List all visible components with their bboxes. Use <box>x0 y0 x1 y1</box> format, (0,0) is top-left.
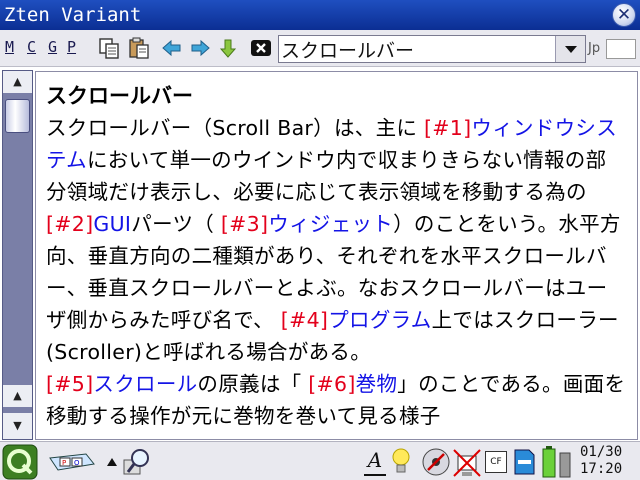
toolbar: M C G P Jp <box>0 30 640 67</box>
body-text: スクロールバー（Scroll Bar）は、主に <box>46 116 424 140</box>
search-dropdown-button[interactable] <box>555 36 585 62</box>
article-link[interactable]: 巻物 <box>356 372 398 396</box>
language-selector[interactable] <box>606 39 636 59</box>
article-link[interactable]: GUI <box>93 212 131 236</box>
search-magnifier-icon[interactable] <box>120 446 152 478</box>
menu-p-button[interactable]: P <box>67 38 76 56</box>
body-text: において単一のウインドウ内で収まりきらない情報の部分領域だけ表示し、必要に応じて… <box>46 148 607 204</box>
battery-icon[interactable] <box>540 445 576 479</box>
scroll-up-button[interactable]: ▲ <box>3 71 32 93</box>
up-arrow-icon[interactable] <box>106 456 118 468</box>
article-paragraph: [#5]スクロールの原義は「 [#6]巻物」のことである。画面を移動する操作が元… <box>46 368 627 432</box>
body-text: の原義は「 <box>197 372 309 396</box>
clock-date: 01/30 <box>580 444 623 460</box>
reference-marker[interactable]: [#2] <box>46 212 93 236</box>
menu-g-button[interactable]: G <box>48 38 57 56</box>
sd-card-icon[interactable] <box>512 448 536 476</box>
svg-text:O: O <box>74 459 80 467</box>
scroll-thumb[interactable] <box>5 99 30 133</box>
cf-card-icon[interactable]: CF <box>485 451 507 473</box>
lightbulb-icon[interactable] <box>390 447 412 477</box>
body-text: パーツ（ <box>131 212 221 236</box>
scroll-down-button[interactable]: ▼ <box>3 413 32 439</box>
article-link[interactable]: ウィジェット <box>268 212 393 236</box>
ime-icon[interactable]: A <box>364 448 386 476</box>
vertical-scrollbar[interactable]: ▲ ▲ ▼ <box>2 70 33 440</box>
article-link[interactable]: プログラム <box>328 308 431 332</box>
title-bar: Zten Variant ✕ <box>0 0 640 30</box>
article-link[interactable]: スクロール <box>93 372 197 396</box>
menu-c-button[interactable]: C <box>27 38 36 56</box>
taskbar: P O A CF 01/30 17:20 <box>0 441 640 480</box>
reference-marker[interactable]: [#5] <box>46 372 93 396</box>
chevron-down-icon <box>564 46 577 53</box>
language-label: Jp <box>588 41 601 56</box>
article-title: スクロールバー <box>46 84 193 108</box>
scroll-page-up-button[interactable]: ▲ <box>3 385 32 407</box>
article-paragraph: スクロールバー（Scroll Bar）は、主に [#1]ウィンドウシステムにおい… <box>46 112 627 368</box>
cd-disc-icon[interactable] <box>420 446 452 478</box>
search-box <box>278 35 586 63</box>
svg-text:P: P <box>62 459 66 467</box>
reference-marker[interactable]: [#6] <box>308 372 355 396</box>
paste-icon[interactable] <box>127 36 151 60</box>
forward-arrow-icon[interactable] <box>188 36 212 60</box>
reference-marker[interactable]: [#3] <box>221 212 268 236</box>
down-arrow-icon[interactable] <box>216 36 240 60</box>
reference-marker[interactable]: [#1] <box>424 116 471 140</box>
clock-time: 17:20 <box>580 461 623 477</box>
search-input[interactable] <box>281 36 553 62</box>
speaker-muted-icon[interactable] <box>452 446 482 478</box>
article-content: スクロールバー スクロールバー（Scroll Bar）は、主に [#1]ウィンド… <box>35 71 638 440</box>
article-body: スクロールバー（Scroll Bar）は、主に [#1]ウィンドウシステムにおい… <box>46 112 627 432</box>
window-title: Zten Variant <box>4 4 142 26</box>
menu-m-button[interactable]: M <box>5 38 14 56</box>
back-arrow-icon[interactable] <box>160 36 184 60</box>
pinyin-input-icon[interactable]: P O <box>46 450 96 476</box>
close-button[interactable]: ✕ <box>612 3 636 27</box>
clear-search-icon[interactable] <box>249 36 273 60</box>
copy-icon[interactable] <box>97 36 121 60</box>
reference-marker[interactable]: [#4] <box>281 308 328 332</box>
q-menu-icon[interactable] <box>2 444 38 480</box>
